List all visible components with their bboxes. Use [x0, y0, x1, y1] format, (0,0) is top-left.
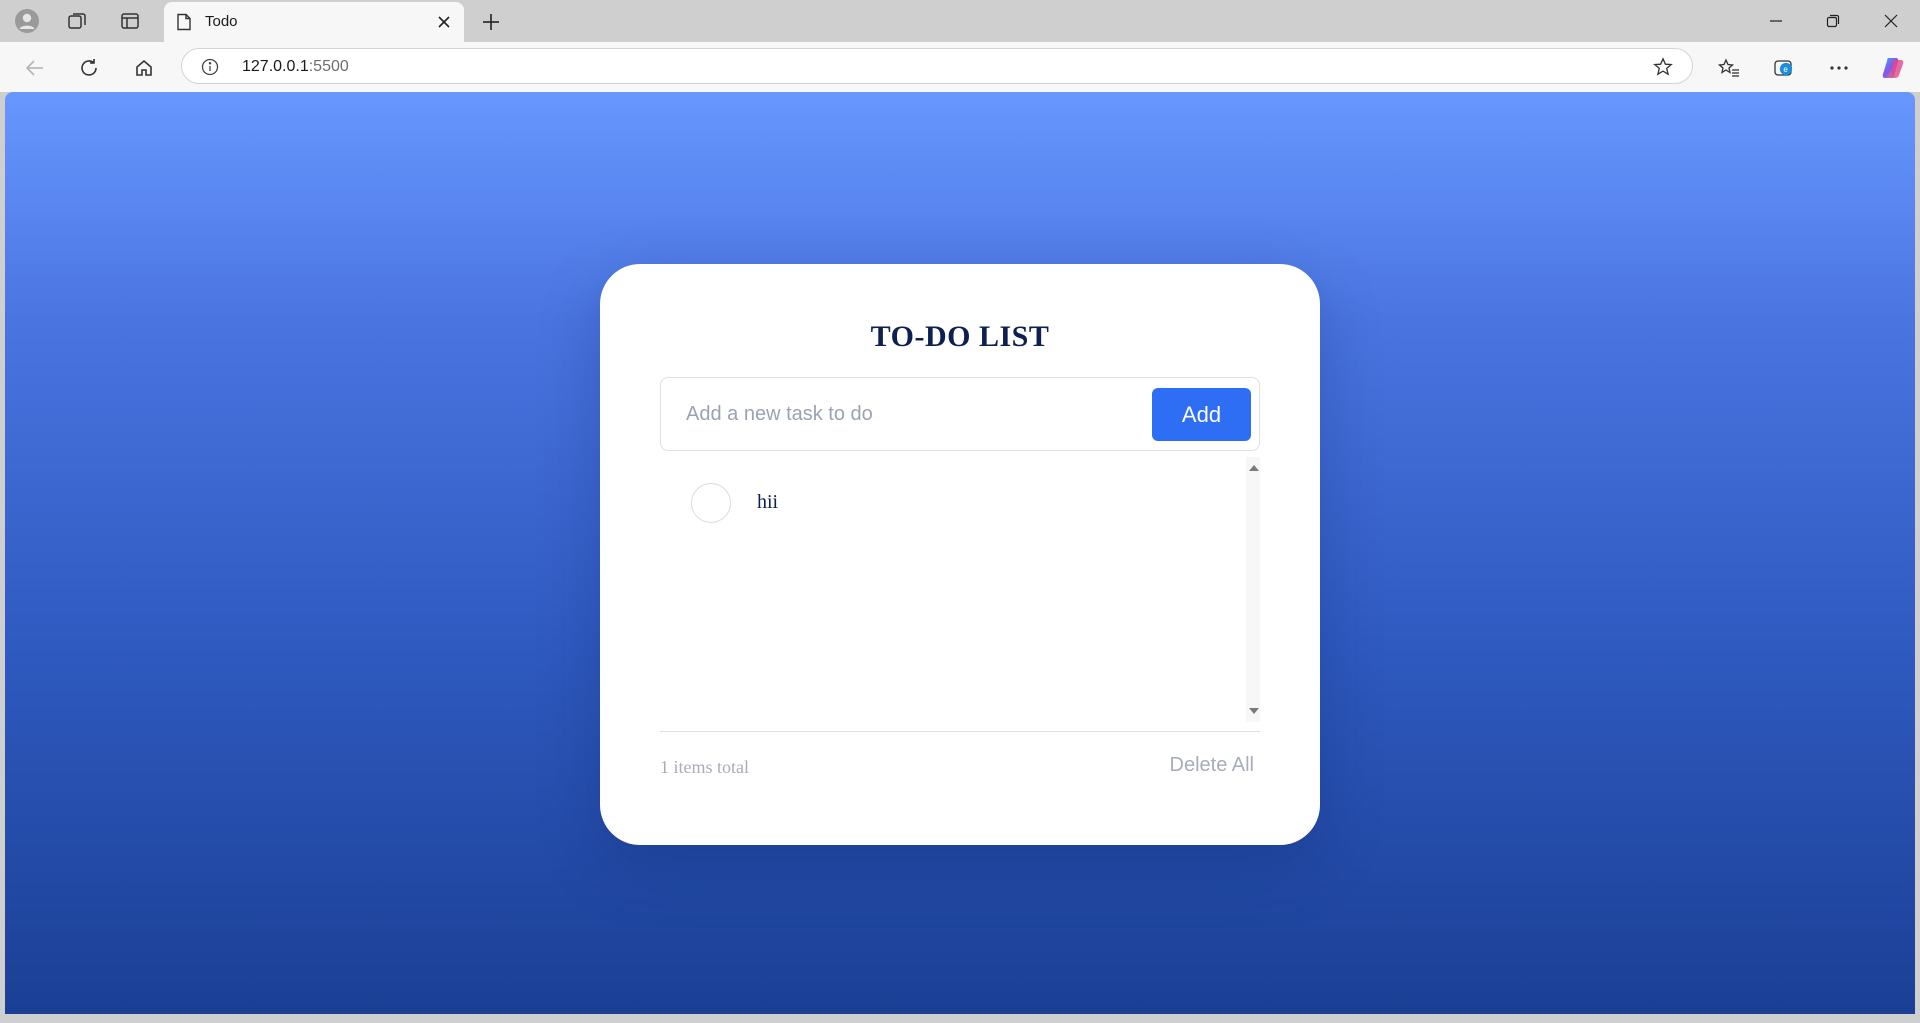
- collections-icon[interactable]: e: [1768, 52, 1800, 84]
- svg-text:e: e: [1783, 65, 1788, 74]
- url-text[interactable]: 127.0.0.1:5500: [242, 58, 349, 76]
- todo-card: TO-DO LIST Add hii 1 items total Delete …: [600, 264, 1320, 845]
- scroll-down-icon[interactable]: [1249, 708, 1259, 714]
- home-icon[interactable]: [128, 52, 160, 84]
- more-icon[interactable]: [1823, 52, 1855, 84]
- refresh-icon[interactable]: [73, 52, 105, 84]
- close-window-icon[interactable]: [1868, 6, 1914, 36]
- close-icon[interactable]: [434, 12, 454, 32]
- url-port: :5500: [308, 58, 349, 75]
- task-list[interactable]: hii: [660, 457, 1260, 722]
- items-count: 1 items total: [660, 757, 749, 777]
- browser-toolbar: 127.0.0.1:5500 e: [0, 42, 1920, 92]
- divider: [660, 731, 1260, 732]
- address-bar[interactable]: 127.0.0.1:5500: [181, 48, 1693, 84]
- tab-actions-icon[interactable]: [116, 8, 144, 34]
- info-icon[interactable]: [200, 57, 220, 77]
- star-icon[interactable]: [1652, 57, 1674, 77]
- scroll-up-icon[interactable]: [1249, 465, 1259, 471]
- tab-todo[interactable]: Todo: [164, 2, 464, 42]
- task-text: hii: [757, 491, 779, 513]
- delete-all-button[interactable]: Delete All: [1170, 754, 1255, 777]
- restore-icon[interactable]: [1810, 6, 1856, 36]
- minimize-icon[interactable]: [1753, 6, 1799, 36]
- favorites-icon[interactable]: [1713, 52, 1745, 84]
- profile-icon[interactable]: [13, 8, 41, 34]
- add-button[interactable]: Add: [1152, 388, 1251, 441]
- plus-icon[interactable]: [478, 9, 504, 35]
- task-input-row: Add: [660, 377, 1260, 451]
- tab-title: Todo: [205, 13, 238, 30]
- back-arrow-icon[interactable]: [19, 52, 51, 84]
- task-checkbox[interactable]: [691, 483, 731, 523]
- page-icon: [174, 12, 194, 32]
- task-input[interactable]: [662, 379, 1142, 449]
- workspaces-icon[interactable]: [63, 8, 91, 34]
- scrollbar[interactable]: [1246, 457, 1260, 722]
- list-item[interactable]: hii: [660, 483, 1240, 527]
- tab-strip: Todo: [0, 0, 1920, 42]
- page-viewport: TO-DO LIST Add hii 1 items total Delete …: [5, 92, 1915, 1014]
- browser-window: Todo 127.0.0.1:5500 e TO-DO LIST Add a n…: [0, 0, 1920, 1023]
- page-title: TO-DO LIST: [870, 320, 1050, 353]
- url-host: 127.0.0.1: [242, 58, 309, 75]
- copilot-icon[interactable]: [1877, 52, 1909, 84]
